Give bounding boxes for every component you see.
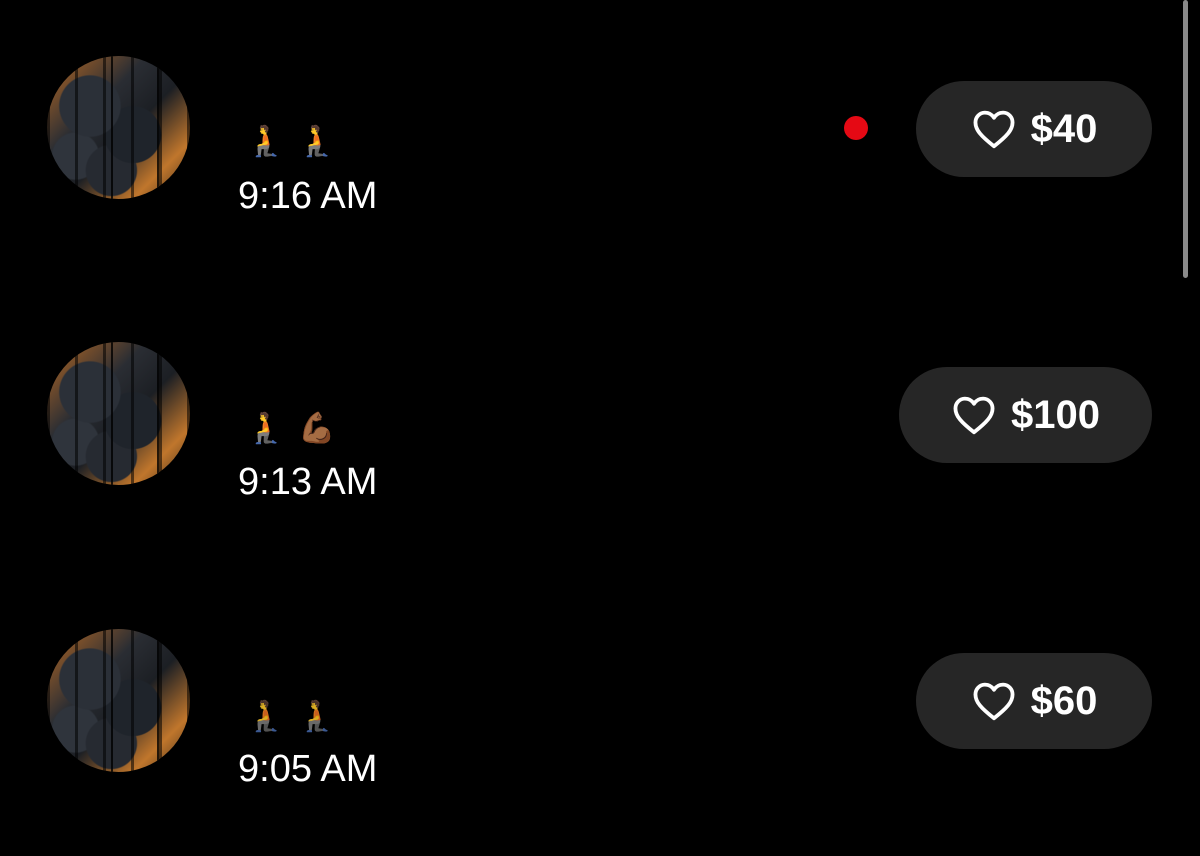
emoji: 🧎 [247,412,299,445]
message-row[interactable]: 🧎🧎 9:16 AM $40 [0,0,1200,217]
message-emojis: 🧎💪🏾 [247,409,350,449]
message-row[interactable]: 🧎💪🏾 9:13 AM $100 [0,287,1200,503]
message-time: 9:13 AM [238,461,378,503]
emoji: 🧎 [247,700,299,733]
message-time: 9:16 AM [238,175,378,217]
emoji: 💪🏾 [298,412,350,445]
tip-amount: $100 [1011,393,1100,437]
message-emojis: 🧎🧎 [247,122,350,162]
heart-outline-icon [973,682,1015,721]
message-feed: 🧎🧎 9:16 AM $40 🧎💪🏾 9:13 AM $100 🧎🧎 9:05 … [0,0,1200,856]
avatar[interactable] [47,342,190,485]
tip-button[interactable]: $60 [916,653,1152,749]
unread-dot [844,116,868,140]
tip-button[interactable]: $40 [916,81,1152,177]
heart-outline-icon [973,110,1015,149]
tip-amount: $40 [1030,107,1098,151]
heart-outline-icon [953,396,995,435]
tip-button[interactable]: $100 [899,367,1152,463]
emoji: 🧎 [298,700,350,733]
message-emojis: 🧎🧎 [247,697,350,737]
avatar[interactable] [47,56,190,199]
avatar[interactable] [47,629,190,772]
emoji: 🧎 [247,125,299,158]
scrollbar[interactable] [1183,0,1188,278]
message-time: 9:05 AM [238,748,378,790]
message-row[interactable]: 🧎🧎 9:05 AM $60 [0,573,1200,790]
tip-amount: $60 [1030,679,1098,723]
emoji: 🧎 [298,125,350,158]
